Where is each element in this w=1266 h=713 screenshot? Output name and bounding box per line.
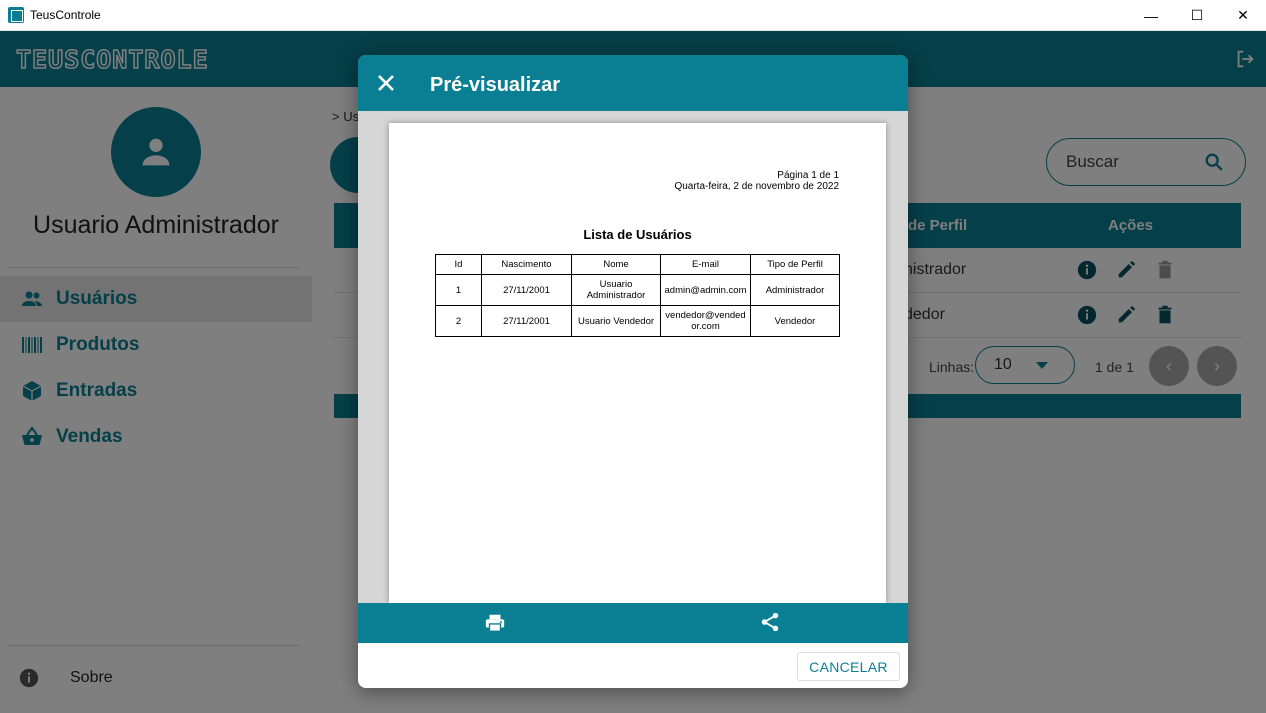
preview-area: Página 1 de 1 Quarta-feira, 2 de novembr… [358,111,908,603]
report-col-header: Id [435,254,482,275]
share-icon[interactable] [759,611,781,633]
report-date: Quarta-feira, 2 de novembro de 2022 [674,181,839,192]
window-titlebar: TeusControle — ☐ ✕ [0,0,1266,31]
report-cell: Usuario Vendedor [571,305,661,337]
report-cell: admin@admin.com [660,274,751,306]
window-title: TeusControle [30,8,101,22]
preview-dialog: Pré-visualizar Página 1 de 1 Quarta-feir… [358,55,908,688]
report-col-header: Nascimento [481,254,572,275]
close-icon[interactable] [376,73,396,93]
report-table: Id Nascimento Nome E-mail Tipo de Perfil… [435,254,840,337]
report-cell: 1 [435,274,482,306]
report-cell: 2 [435,305,482,337]
report-cell: 27/11/2001 [481,274,572,306]
report-cell: vendedor@vendedor.com [660,305,751,337]
maximize-button[interactable]: ☐ [1174,0,1220,31]
report-row: 1 27/11/2001 Usuario Administrador admin… [435,274,840,306]
report-cell: Administrador [750,274,840,306]
report-page-number: Página 1 de 1 [777,170,839,181]
report-row: 2 27/11/2001 Usuario Vendedor vendedor@v… [435,305,840,337]
minimize-button[interactable]: — [1128,0,1174,31]
report-cell: 27/11/2001 [481,305,572,337]
dialog-header: Pré-visualizar [358,55,908,111]
report-col-header: E-mail [660,254,751,275]
report-col-header: Nome [571,254,661,275]
dialog-title: Pré-visualizar [430,74,561,96]
report-cell: Vendedor [750,305,840,337]
print-icon[interactable] [484,612,506,634]
app-icon [8,7,24,23]
preview-toolbar [358,603,908,643]
report-cell: Usuario Administrador [571,274,661,306]
close-window-button[interactable]: ✕ [1220,0,1266,31]
report-col-header: Tipo de Perfil [750,254,840,275]
report-title: Lista de Usuários [583,227,692,242]
cancel-button[interactable]: CANCELAR [797,652,900,681]
window-controls: — ☐ ✕ [1128,0,1266,31]
report-page: Página 1 de 1 Quarta-feira, 2 de novembr… [389,123,886,603]
